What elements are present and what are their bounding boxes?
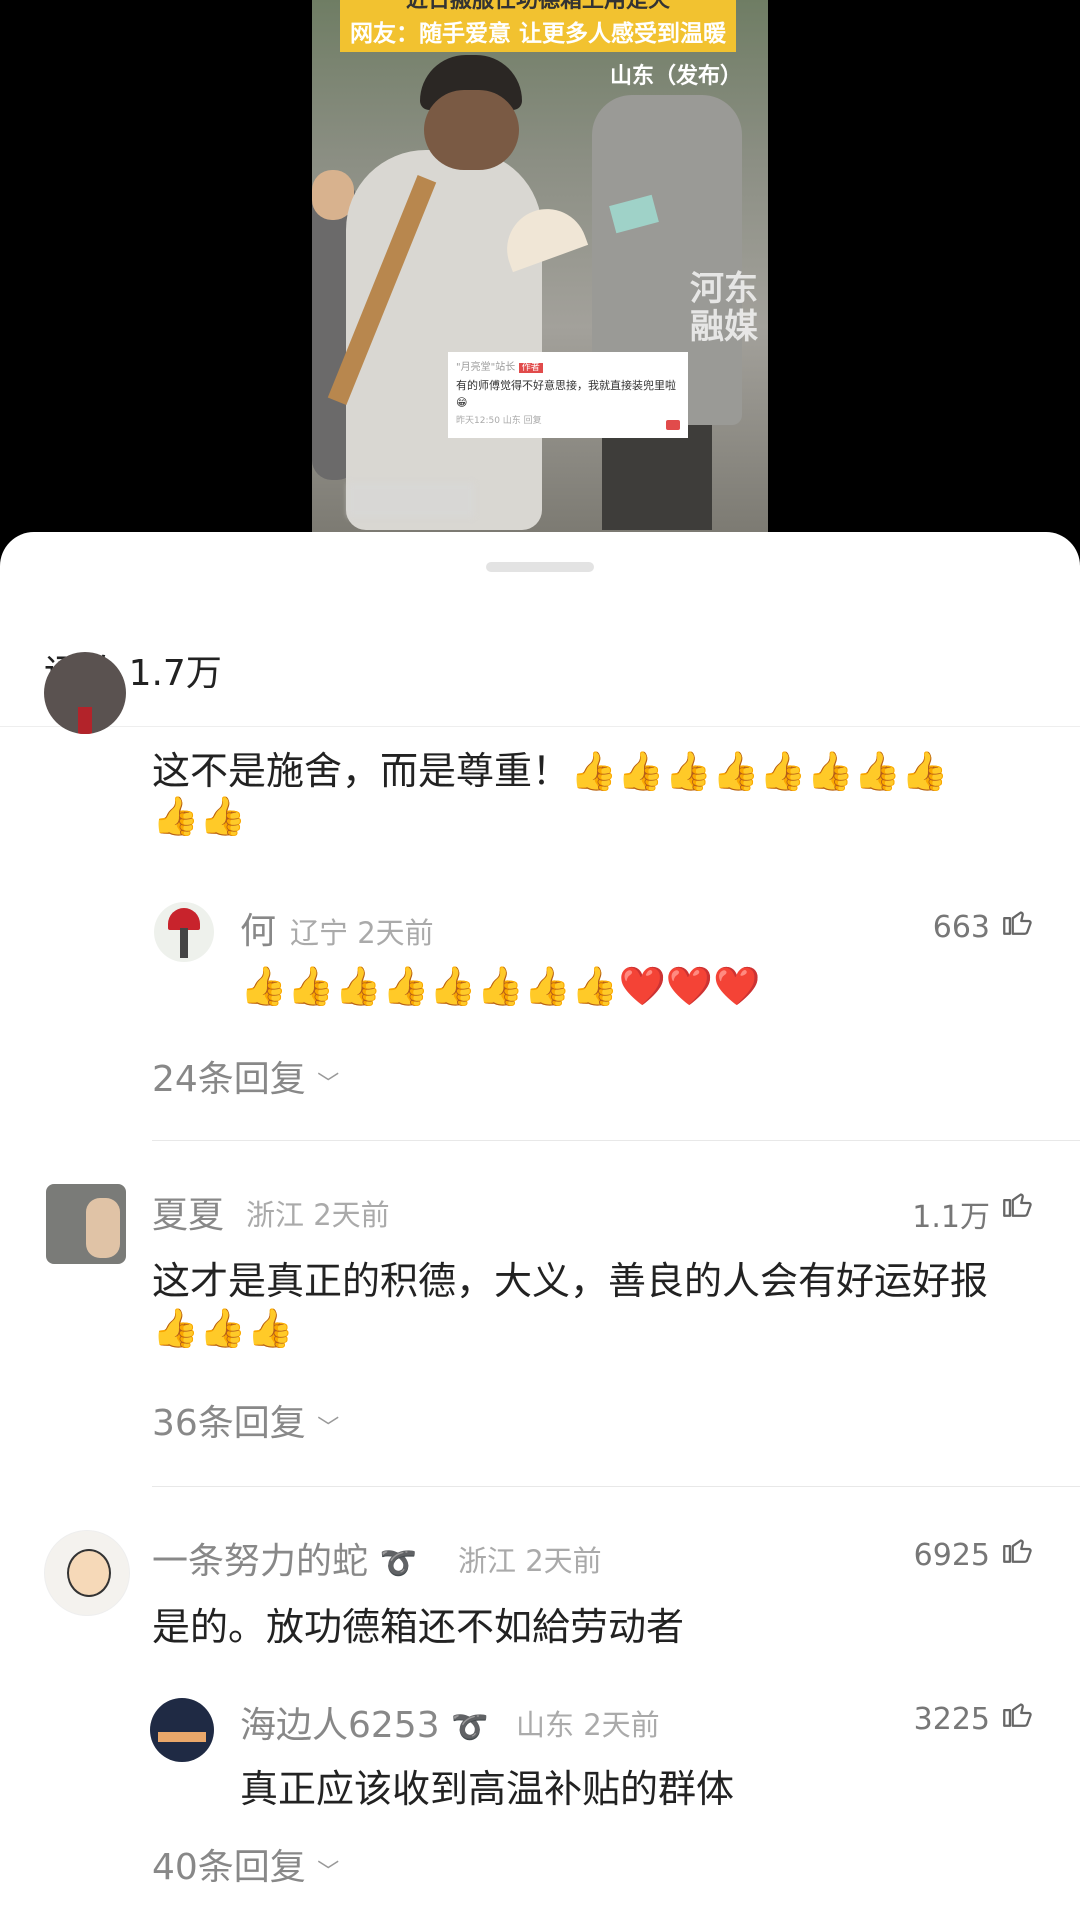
comment-username[interactable]: 一条努力的蛇 ➰ xyxy=(152,1532,417,1584)
comments-count: 1.7万 xyxy=(128,653,222,694)
like-count: 663 xyxy=(932,910,990,945)
snippet-like-icon xyxy=(666,420,680,430)
video-blurred-area xyxy=(348,483,474,517)
reply-location: 山东 xyxy=(516,1708,575,1742)
reply-time: 2天前 xyxy=(583,1708,660,1742)
comment-divider xyxy=(152,1486,1080,1487)
chevron-down-icon: ﹀ xyxy=(317,1860,340,1885)
snippet-text: 有的师傅觉得不好意思接，我就直接装兜里啦😁 xyxy=(456,379,676,409)
comment-location: 浙江 xyxy=(246,1198,305,1232)
like-count: 3225 xyxy=(913,1702,990,1737)
ribbon-badge-icon: ➰ xyxy=(379,1546,417,1581)
replies-label: 24条回复 xyxy=(152,1059,306,1100)
like-count: 1.1万 xyxy=(912,1200,990,1235)
snippet-user: "月亮堂"站长 xyxy=(456,362,516,373)
reply-location: 辽宁 xyxy=(290,916,349,950)
comment-time: 2天前 xyxy=(313,1198,390,1232)
thumbs-up-outline-icon[interactable] xyxy=(1000,1696,1034,1730)
comment-meta: 浙江 2天前 xyxy=(458,1538,602,1580)
reply-username-text: 海边人6253 xyxy=(240,1705,440,1746)
reply-text: 真正应该收到高温补贴的群体 xyxy=(240,1767,735,1811)
reply-username[interactable]: 海边人6253 ➰ xyxy=(240,1696,488,1748)
drag-handle[interactable] xyxy=(486,562,594,572)
comment-meta: 浙江 2天前 xyxy=(246,1192,390,1234)
avatar[interactable] xyxy=(44,1530,130,1616)
video-title-line2: 网友：随手爱意 让更多人感受到温暖 xyxy=(340,16,736,52)
chevron-down-icon: ﹀ xyxy=(317,1416,340,1441)
video-watermark: 河东 融媒 xyxy=(690,269,758,347)
video-location-tag: 山东（发布） xyxy=(609,64,742,89)
comment-username-text: 一条努力的蛇 xyxy=(152,1541,369,1582)
comments-sheet: 评论 1.7万 这不是施舍，而是尊重！👍👍👍👍👍👍👍👍 👍👍 何 辽宁 2天前 … xyxy=(0,532,1080,1910)
comment-text: 这不是施舍，而是尊重！👍👍👍👍👍👍👍👍 xyxy=(152,749,949,793)
thumbs-up-outline-icon[interactable] xyxy=(1000,904,1034,938)
comment-divider xyxy=(152,1140,1080,1141)
comment-time: 2天前 xyxy=(525,1544,602,1578)
comment-location: 浙江 xyxy=(458,1544,517,1578)
reply-username[interactable]: 何 xyxy=(240,902,276,954)
video-comment-snippet: "月亮堂"站长 作者 有的师傅觉得不好意思接，我就直接装兜里啦😁 昨天12:50… xyxy=(448,352,688,438)
avatar[interactable] xyxy=(154,902,214,962)
video-player[interactable]: 近日搬服任功德箱上用是火 网友：随手爱意 让更多人感受到温暖 山东（发布） 河东… xyxy=(312,0,768,545)
ribbon-badge-icon: ➰ xyxy=(451,1710,489,1745)
reply-text: 👍👍👍👍👍👍👍👍❤️❤️❤️ xyxy=(240,964,761,1008)
like-count: 6925 xyxy=(913,1538,990,1573)
replies-label: 36条回复 xyxy=(152,1403,306,1444)
expand-replies-button[interactable]: 36条回复 ﹀ xyxy=(152,1394,339,1446)
comment-text-cont: 👍👍👍 xyxy=(152,1306,294,1350)
header-divider xyxy=(0,726,1080,727)
replies-label: 40条回复 xyxy=(152,1847,306,1888)
video-title-line1: 近日搬服任功德箱上用是火 xyxy=(340,0,736,16)
expand-replies-button[interactable]: 24条回复 ﹀ xyxy=(152,1050,339,1102)
comment-text: 这才是真正的积德，大义，善良的人会有好运好报 xyxy=(152,1259,989,1303)
reply-meta: 辽宁 2天前 xyxy=(290,910,434,952)
comment-text: 是的。放功德箱还不如給劳动者 xyxy=(152,1605,685,1649)
thumbs-up-outline-icon[interactable] xyxy=(1000,1186,1034,1220)
comment-username[interactable]: 夏夏 xyxy=(152,1186,224,1238)
avatar[interactable] xyxy=(46,1184,126,1264)
thumbs-up-outline-icon[interactable] xyxy=(1000,1532,1034,1566)
chevron-down-icon: ﹀ xyxy=(317,1072,340,1097)
snippet-author-tag: 作者 xyxy=(518,363,543,373)
avatar[interactable] xyxy=(150,1698,214,1762)
snippet-meta: 昨天12:50 山东 回复 xyxy=(456,416,542,426)
avatar[interactable] xyxy=(44,652,126,734)
comment-text-cont: 👍👍 xyxy=(152,794,247,838)
video-woman-head xyxy=(424,90,519,170)
video-woman xyxy=(346,150,542,530)
reply-meta: 山东 2天前 xyxy=(516,1702,660,1744)
expand-replies-button[interactable]: 40条回复 ﹀ xyxy=(152,1838,339,1890)
reply-time: 2天前 xyxy=(357,916,434,950)
